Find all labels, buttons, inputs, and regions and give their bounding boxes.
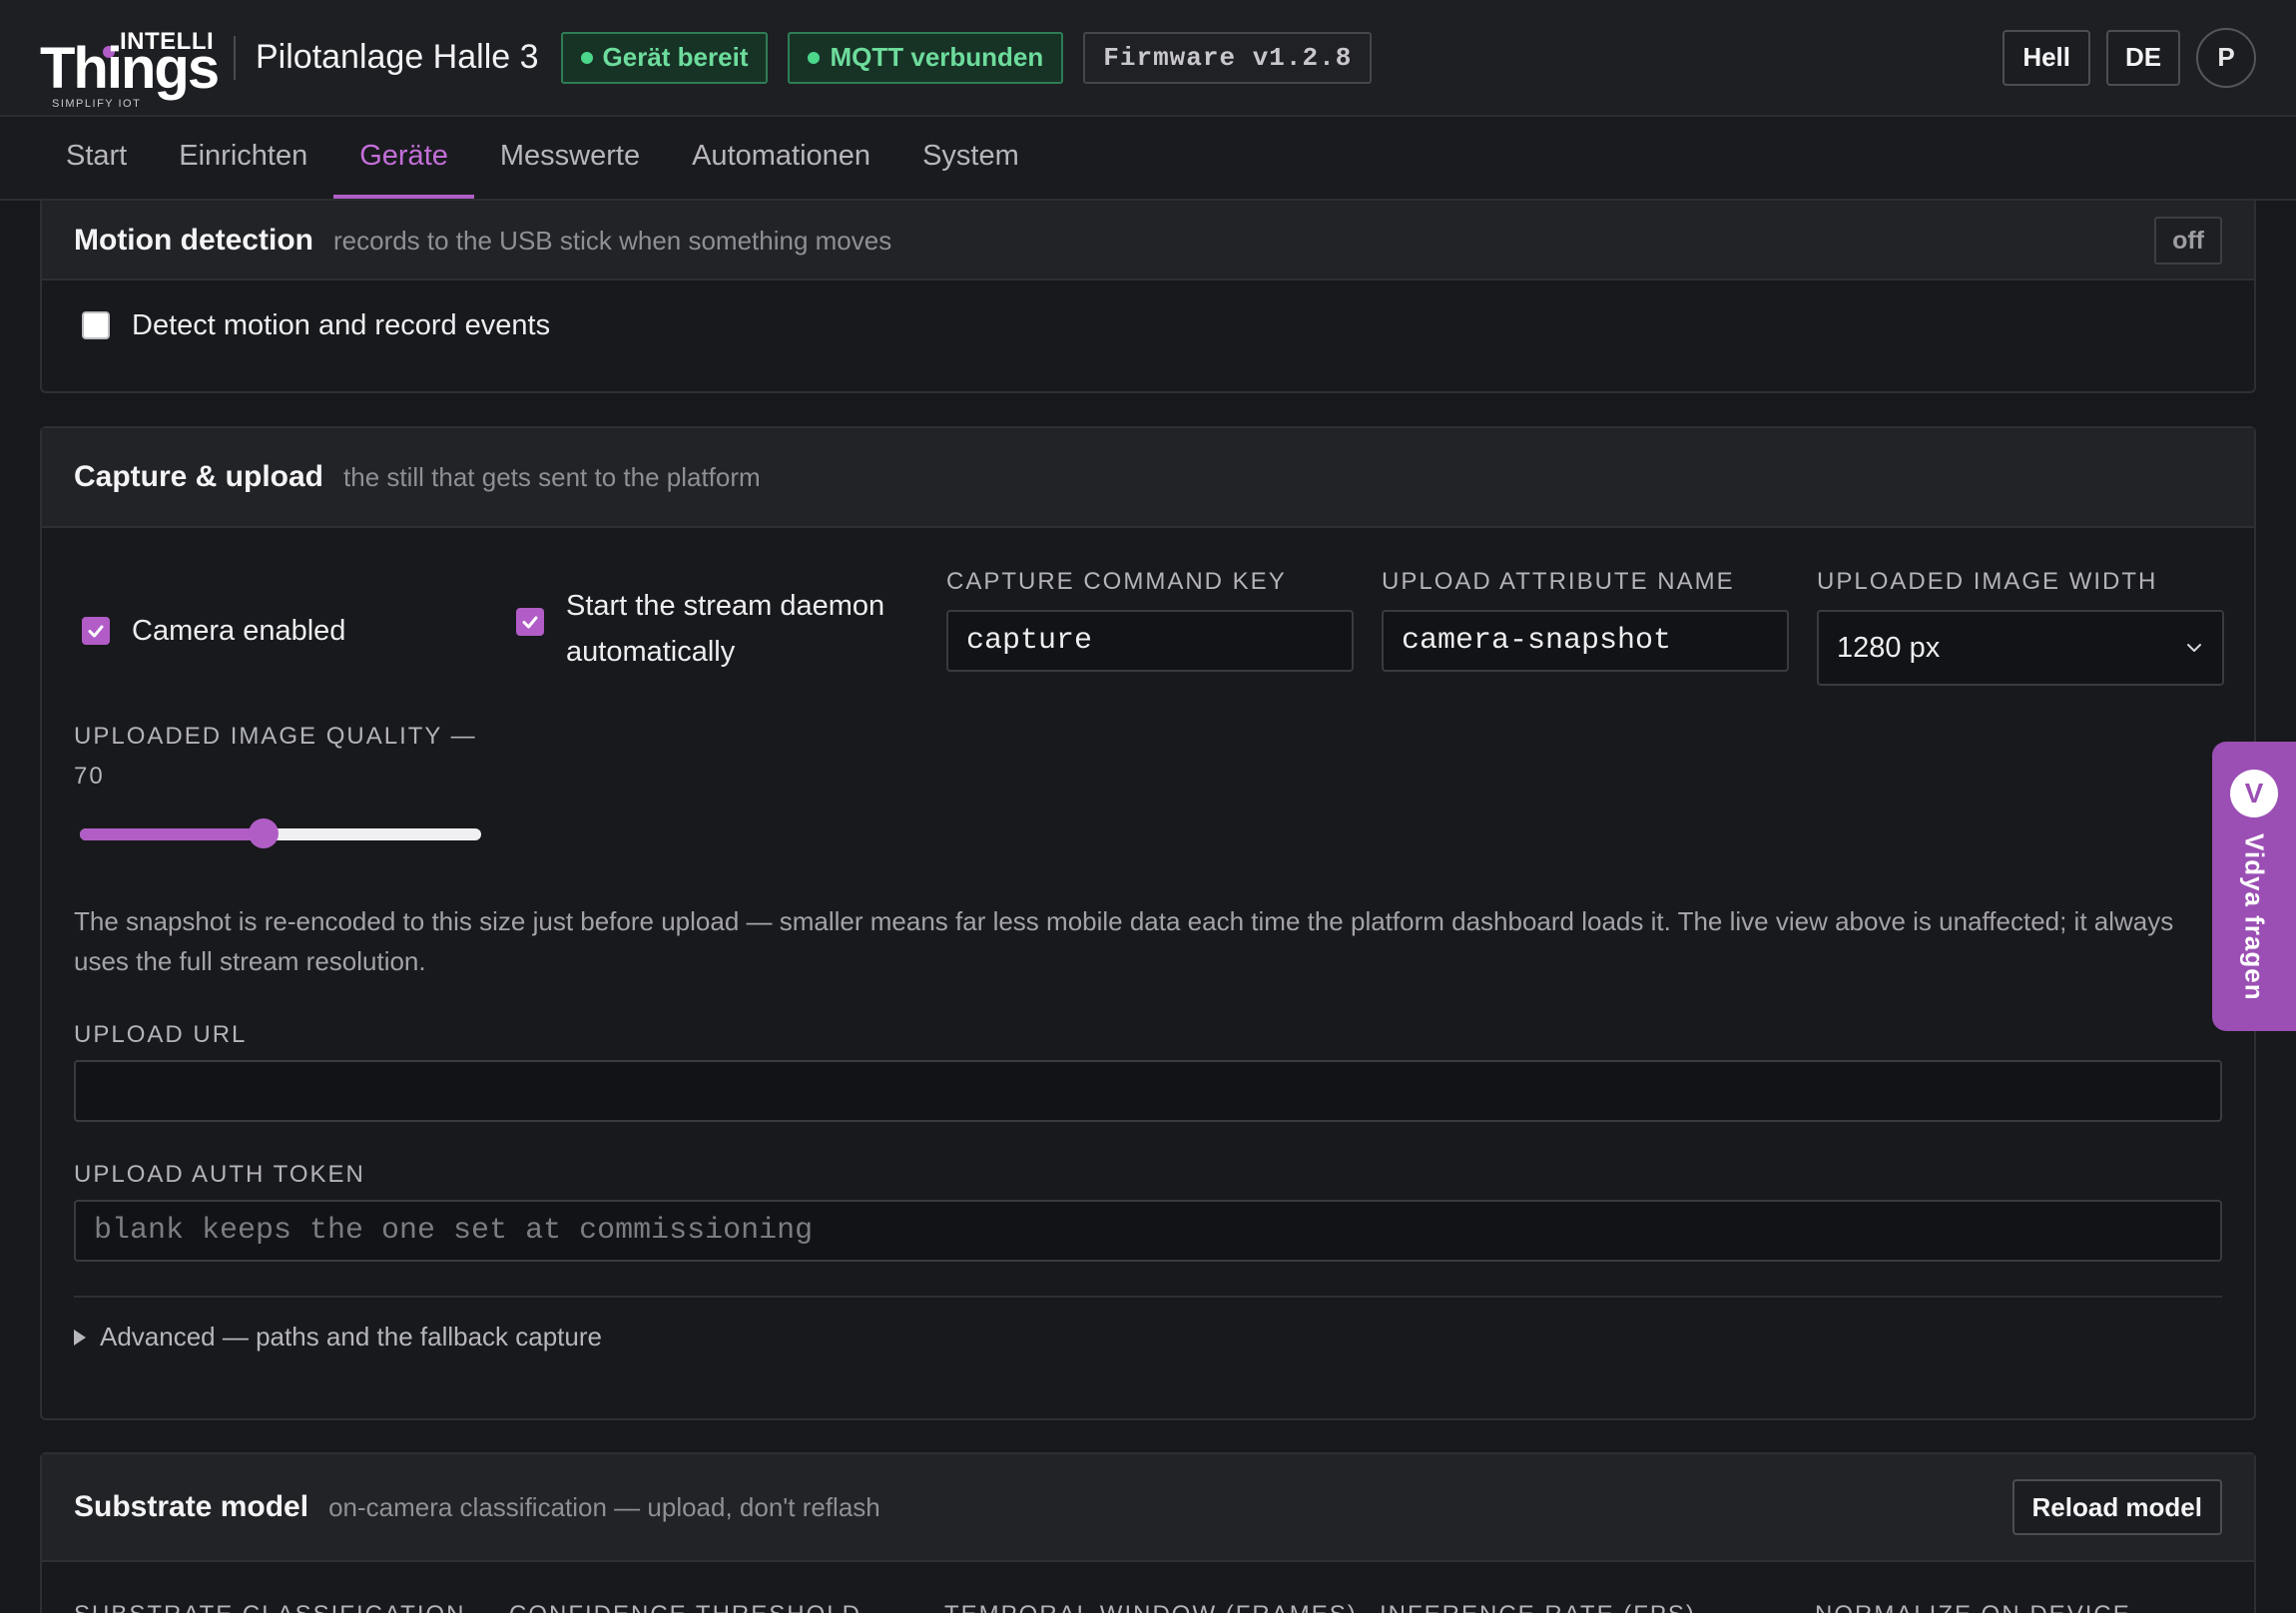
stream-daemon-row[interactable]: Start the stream daemon automatically — [516, 583, 925, 675]
disclosure-triangle-icon — [74, 1329, 86, 1345]
camera-enabled-label: Camera enabled — [132, 615, 346, 647]
camera-enabled-checkbox[interactable] — [82, 617, 110, 645]
stream-daemon-label: Start the stream daemon automatically — [566, 590, 885, 668]
upload-url-label: UPLOAD URL — [74, 1021, 248, 1048]
column-inference-rate: INFERENCE RATE (FPS) — [1380, 1601, 1696, 1613]
command-key-input[interactable]: capture — [946, 610, 1354, 672]
assistant-label: Vidya fragen — [2239, 833, 2270, 1001]
device-status-badge: Gerät bereit — [560, 31, 769, 84]
top-bar: INTELLI Things SIMPLIFY IOT Pilotanlage … — [0, 0, 2296, 117]
tab-system[interactable]: System — [896, 117, 1045, 199]
app-page: INTELLI Things SIMPLIFY IOT Pilotanlage … — [0, 0, 2296, 1613]
tab-automationen[interactable]: Automationen — [666, 117, 896, 199]
image-width-select[interactable]: 1280 px — [1817, 610, 2224, 686]
assistant-side-tab[interactable]: V Vidya fragen — [2212, 742, 2296, 1031]
motion-detection-card: Motion detection records to the USB stic… — [40, 201, 2256, 393]
tab-messwerte[interactable]: Messwerte — [474, 117, 666, 199]
motion-state-badge: off — [2154, 217, 2222, 265]
substrate-header-right: Reload model — [2011, 1479, 2222, 1535]
image-width-label: UPLOADED IMAGE WIDTH — [1817, 568, 2158, 595]
image-width-value: 1280 px — [1837, 631, 1941, 664]
brand-logo[interactable]: INTELLI Things SIMPLIFY IOT — [40, 18, 220, 110]
firmware-text: Firmware v1.2.8 — [1103, 42, 1353, 73]
logo-tagline: SIMPLIFY IOT — [52, 97, 142, 110]
logo-brand-main: Things — [40, 35, 220, 101]
quality-slider[interactable] — [80, 818, 481, 848]
column-normalize-on-device: NORMALIZE ON DEVICE — [1815, 1601, 2131, 1613]
language-button[interactable]: DE — [2106, 29, 2180, 86]
auth-token-label: UPLOAD AUTH TOKEN — [74, 1161, 365, 1188]
substrate-card-subtitle: on-camera classification — upload, don't… — [328, 1491, 880, 1522]
quality-label: UPLOADED IMAGE QUALITY — — [74, 723, 477, 750]
capture-card-header: Capture & upload the still that gets sen… — [42, 428, 2254, 528]
tab-einrichten[interactable]: Einrichten — [153, 117, 333, 199]
slider-thumb[interactable] — [249, 818, 280, 848]
auth-token-input[interactable]: blank keeps the one set at commissioning — [74, 1200, 2222, 1262]
tab-geraete[interactable]: Geräte — [333, 117, 474, 199]
motion-card-title: Motion detection — [74, 224, 313, 257]
assistant-avatar-icon: V — [2230, 770, 2278, 817]
site-title: Pilotanlage Halle 3 — [256, 38, 539, 76]
slider-fill — [80, 828, 265, 840]
motion-header-right: off — [2154, 217, 2222, 265]
capture-upload-card: Capture & upload the still that gets sen… — [40, 426, 2256, 1420]
column-temporal-window: TEMPORAL WINDOW (FRAMES) — [944, 1601, 1358, 1613]
upload-url-input[interactable] — [74, 1060, 2222, 1122]
attribute-name-input[interactable]: camera-snapshot — [1382, 610, 1789, 672]
substrate-card-title: Substrate model — [74, 1490, 309, 1523]
section-divider — [74, 1296, 2222, 1298]
motion-checkbox[interactable] — [82, 311, 110, 339]
stream-daemon-checkbox[interactable] — [516, 608, 544, 636]
motion-checkbox-row[interactable]: Detect motion and record events — [82, 302, 550, 348]
quality-value: 70 — [74, 763, 105, 790]
firmware-badge: Firmware v1.2.8 — [1083, 31, 1373, 84]
main-content: Motion detection records to the USB stic… — [0, 201, 2296, 1613]
command-key-label: CAPTURE COMMAND KEY — [946, 568, 1287, 595]
check-icon — [88, 625, 104, 638]
device-status-text: Gerät bereit — [602, 42, 749, 72]
quality-help-text: The snapshot is re-encoded to this size … — [74, 906, 2174, 976]
user-avatar[interactable]: P — [2196, 27, 2256, 88]
main-nav: Start Einrichten Geräte Messwerte Automa… — [0, 117, 2296, 201]
mqtt-status-text: MQTT verbunden — [830, 42, 1044, 72]
chevron-down-icon — [2187, 644, 2201, 652]
motion-card-subtitle: records to the USB stick when something … — [332, 225, 892, 256]
header-actions: Hell DE P — [1987, 27, 2256, 88]
column-substrate-classification: SUBSTRATE CLASSIFICATION — [74, 1601, 466, 1613]
motion-checkbox-label: Detect motion and record events — [132, 309, 551, 341]
status-dot-icon — [808, 51, 821, 64]
reload-model-button[interactable]: Reload model — [2011, 1479, 2222, 1535]
tab-start[interactable]: Start — [40, 117, 153, 199]
capture-card-title: Capture & upload — [74, 460, 324, 493]
header-divider — [234, 35, 236, 80]
theme-toggle-button[interactable]: Hell — [2003, 29, 2090, 86]
attribute-name-label: UPLOAD ATTRIBUTE NAME — [1382, 568, 1735, 595]
substrate-card-header: Substrate model on-camera classification… — [42, 1454, 2254, 1562]
motion-card-header: Motion detection records to the USB stic… — [42, 201, 2254, 280]
capture-card-subtitle: the still that gets sent to the platform — [343, 461, 761, 492]
advanced-disclosure[interactable]: Advanced — paths and the fallback captur… — [74, 1322, 602, 1352]
camera-enabled-row[interactable]: Camera enabled — [82, 608, 345, 654]
advanced-label: Advanced — paths and the fallback captur… — [100, 1322, 602, 1351]
column-confidence-threshold: CONFIDENCE THRESHOLD — [509, 1601, 861, 1613]
mqtt-status-badge: MQTT verbunden — [788, 31, 1064, 84]
check-icon — [522, 616, 538, 629]
status-dot-icon — [580, 51, 593, 64]
substrate-model-card: Substrate model on-camera classification… — [40, 1452, 2256, 1613]
